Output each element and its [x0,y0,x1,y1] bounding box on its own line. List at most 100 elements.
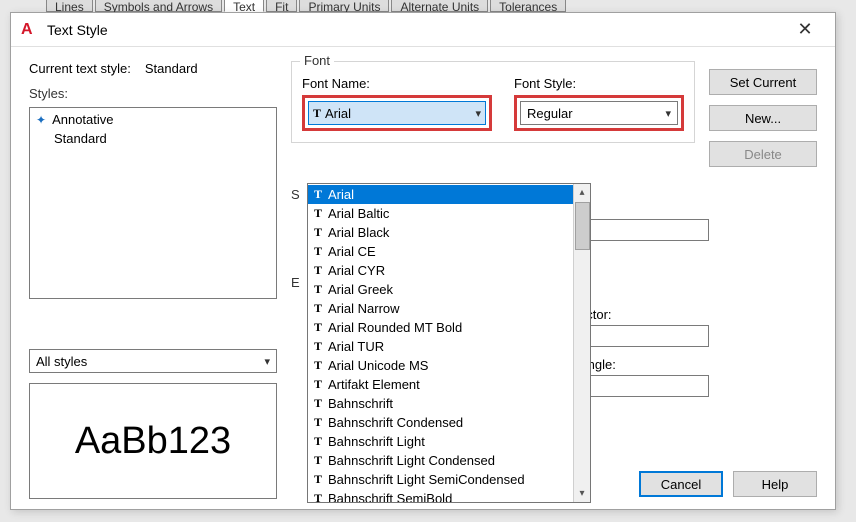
dropdown-list[interactable]: TArial TArial Baltic TArial Black TArial… [308,184,573,502]
truetype-icon: T [313,106,321,121]
dropdown-item[interactable]: T Arial CE [308,242,573,261]
font-group: Font Font Name: T Arial ▾ [291,61,695,143]
scroll-up-icon[interactable]: ▴ [574,184,590,201]
truetype-icon: T [314,244,322,259]
effects-group-hint: E [291,275,300,290]
dropdown-item-label: Bahnschrift Light [328,434,425,449]
new-button[interactable]: New... [709,105,817,131]
truetype-icon: T [314,320,322,335]
set-current-button[interactable]: Set Current [709,69,817,95]
truetype-icon: T [314,491,322,502]
truetype-icon: T [314,415,322,430]
styles-listbox[interactable]: ✦ Annotative Standard [29,107,277,299]
list-item-label: Standard [54,131,107,146]
bg-tab[interactable]: Text [224,0,264,12]
dropdown-item-label: Arial Rounded MT Bold [328,320,462,335]
truetype-icon: T [314,472,322,487]
current-style-value: Standard [145,61,198,76]
chevron-down-icon[interactable]: ▾ [264,355,270,368]
scroll-down-icon[interactable]: ▾ [574,485,590,502]
preview-text: AaBb123 [75,420,231,463]
bg-tab[interactable]: Lines [46,0,93,12]
dropdown-item[interactable]: T Arial Black [308,223,573,242]
font-group-title: Font [300,53,334,68]
dropdown-item[interactable]: TBahnschrift Light Condensed [308,451,573,470]
dropdown-scrollbar[interactable]: ▴ ▾ [573,184,590,502]
dropdown-item-label: Arial TUR [328,339,384,354]
cancel-button[interactable]: Cancel [639,471,723,497]
dropdown-item-label: Arial CE [328,244,376,259]
text-input[interactable] [581,219,709,241]
dropdown-item-label: Arial CYR [328,263,385,278]
dropdown-item[interactable]: T Arial [308,185,573,204]
highlight-frame: Regular ▾ [514,95,684,131]
dropdown-item-label: Arial Greek [328,282,393,297]
dropdown-item-label: Artifakt Element [328,377,420,392]
dropdown-item[interactable]: T Artifakt Element [308,375,573,394]
highlight-frame: T Arial ▾ [302,95,492,131]
list-item-label: Annotative [52,112,113,127]
preview-box: AaBb123 [29,383,277,499]
style-filter-value: All styles [36,354,87,369]
font-name-dropdown[interactable]: TArial TArial Baltic TArial Black TArial… [307,183,591,503]
font-name-label: Font Name: [302,76,492,91]
bg-tab[interactable]: Fit [266,0,297,12]
autocad-icon: A [21,21,39,39]
bg-tab[interactable]: Primary Units [299,0,389,12]
dropdown-item[interactable]: TArial Narrow [308,299,573,318]
help-button[interactable]: Help [733,471,817,497]
list-item[interactable]: ✦ Annotative [32,110,274,129]
dropdown-item[interactable]: T Arial Unicode MS [308,356,573,375]
dropdown-item-label: Arial Narrow [328,301,400,316]
dialog-title: Text Style [47,22,785,38]
bg-tab[interactable]: Alternate Units [391,0,488,12]
truetype-icon: T [314,282,322,297]
dropdown-item-label: Arial Black [328,225,389,240]
close-icon[interactable]: ✕ [785,15,825,45]
width-factor-input[interactable] [581,325,709,347]
font-style-value: Regular [527,106,573,121]
current-style-label: Current text style: [29,61,131,76]
size-group-hint: S [291,187,300,202]
dropdown-item[interactable]: TBahnschrift [308,394,573,413]
truetype-icon: T [314,339,322,354]
dropdown-item[interactable]: T Arial Greek [308,280,573,299]
dropdown-item[interactable]: T Arial Rounded MT Bold [308,318,573,337]
truetype-icon: T [314,434,322,449]
dropdown-item[interactable]: T Bahnschrift Light SemiCondensed [308,470,573,489]
style-filter-combo[interactable]: All styles ▾ [29,349,277,373]
bg-tab[interactable]: Tolerances [490,0,566,12]
truetype-icon: T [314,377,322,392]
dropdown-item[interactable]: T Arial CYR [308,261,573,280]
truetype-icon: T [314,358,322,373]
dropdown-item-label: Bahnschrift Condensed [328,415,463,430]
dropdown-item-label: Arial Baltic [328,206,389,221]
chevron-down-icon[interactable]: ▾ [665,107,671,120]
dropdown-item-label: Arial Unicode MS [328,358,428,373]
list-item[interactable]: Standard [32,129,274,148]
dropdown-item-label: Bahnschrift SemiBold [328,491,452,502]
scrollbar-thumb[interactable] [575,202,590,250]
dropdown-item-label: Bahnschrift Light Condensed [328,453,495,468]
dropdown-item[interactable]: TArial Baltic [308,204,573,223]
font-style-combo[interactable]: Regular ▾ [520,101,678,125]
bg-tab[interactable]: Symbols and Arrows [95,0,222,12]
dropdown-item[interactable]: T Arial TUR [308,337,573,356]
background-tabs: Lines Symbols and Arrows Text Fit Primar… [46,0,810,12]
font-name-combo[interactable]: T Arial ▾ [308,101,486,125]
dropdown-item-label: Arial [328,187,354,202]
styles-label: Styles: [29,86,277,101]
dropdown-item[interactable]: T Bahnschrift Light [308,432,573,451]
titlebar: A Text Style ✕ [11,13,835,47]
annotative-icon: ✦ [36,113,46,127]
chevron-down-icon[interactable]: ▾ [475,107,481,120]
truetype-icon: T [314,263,322,278]
dropdown-item-label: Bahnschrift Light SemiCondensed [328,472,525,487]
dropdown-item[interactable]: T Bahnschrift Condensed [308,413,573,432]
dropdown-item-label: Bahnschrift [328,396,393,411]
oblique-angle-input[interactable] [581,375,709,397]
truetype-icon: T [314,225,322,240]
font-style-label: Font Style: [514,76,684,91]
truetype-icon: T [314,187,322,202]
dropdown-item[interactable]: T Bahnschrift SemiBold [308,489,573,502]
